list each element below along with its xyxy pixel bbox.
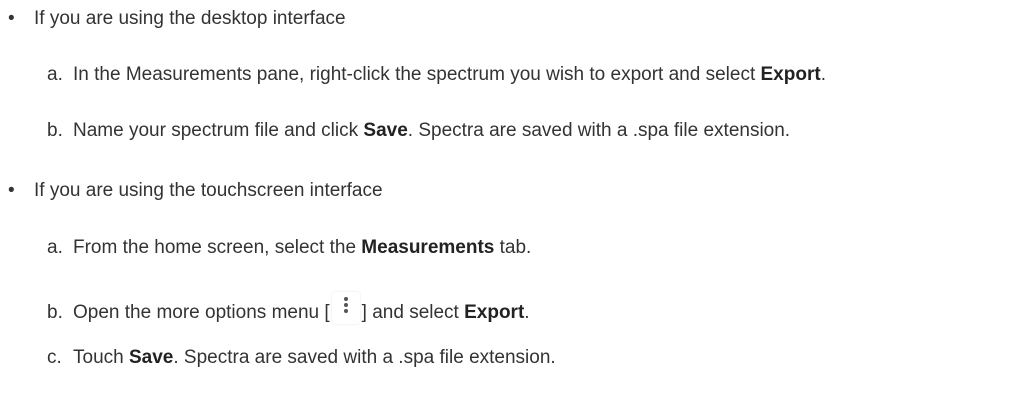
export-command: Export xyxy=(464,302,525,323)
step-text-end: . xyxy=(524,302,530,323)
step-text-mid: ] and select xyxy=(361,302,465,323)
save-command: Save xyxy=(363,120,408,141)
bullet-touchscreen-interface: • If you are using the touchscreen interf… xyxy=(8,180,383,202)
step-text-end: . Spectra are saved with a .spa file ext… xyxy=(407,120,791,141)
desktop-step-a: a. In the Measurements pane, right-click … xyxy=(47,64,826,86)
step-marker: a. xyxy=(47,64,63,85)
step-text: Name your spectrum file and click xyxy=(73,120,364,141)
bullet-marker: • xyxy=(8,8,15,29)
touchscreen-interface-heading: If you are using the touchscreen interfa… xyxy=(34,180,383,201)
desktop-step-b: b. Name your spectrum file and click Save… xyxy=(47,120,790,142)
desktop-interface-heading: If you are using the desktop interface xyxy=(34,8,346,29)
touchscreen-step-b: b. Open the more options menu [ ] and sele… xyxy=(47,292,530,324)
step-text-end: tab. xyxy=(494,237,532,258)
save-command: Save xyxy=(128,347,174,368)
step-marker: c. xyxy=(47,347,62,368)
step-marker: a. xyxy=(47,237,63,258)
step-marker: b. xyxy=(47,302,63,323)
touchscreen-step-a: a. From the home screen, select the Measu… xyxy=(47,237,531,259)
export-command: Export xyxy=(760,64,821,85)
step-text-end: . xyxy=(820,64,826,85)
step-text-end: . Spectra are saved with a .spa file ext… xyxy=(173,347,556,368)
step-text: Touch xyxy=(73,347,129,368)
more-options-kebab-icon xyxy=(331,292,360,324)
bullet-desktop-interface: • If you are using the desktop interface xyxy=(8,8,346,30)
step-text: In the Measurements pane, right-click th… xyxy=(73,64,761,85)
step-text: Open the more options menu [ xyxy=(73,302,330,323)
measurements-tab-command: Measurements xyxy=(361,237,495,258)
step-text: From the home screen, select the xyxy=(73,237,362,258)
step-marker: b. xyxy=(47,120,63,141)
bullet-marker: • xyxy=(8,180,15,201)
touchscreen-step-c: c. Touch Save. Spectra are saved with a .… xyxy=(47,347,556,369)
